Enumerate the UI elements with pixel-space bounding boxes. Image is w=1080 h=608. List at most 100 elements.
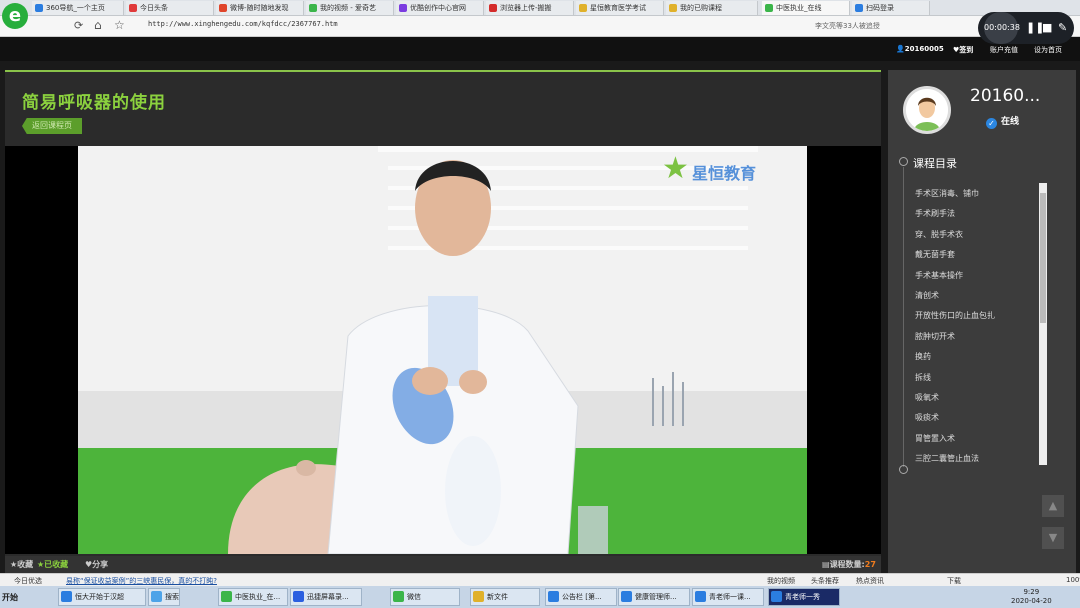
taskbar-item-label: 中医执业_在... <box>235 593 281 601</box>
favorite-button[interactable]: ★收藏 <box>10 559 33 570</box>
browser-tab[interactable]: 星恒教育医学考试 <box>576 1 664 15</box>
tab-label: 我的已购课程 <box>680 4 722 12</box>
course-list-item[interactable]: 吸痰术 <box>915 408 1039 428</box>
course-list-item[interactable]: 胃管置入术 <box>915 429 1039 449</box>
course-list-item[interactable]: 开放性伤口的止血包扎 <box>915 306 1039 326</box>
taskbar-item[interactable]: 健康管理师... <box>618 588 690 606</box>
system-clock: 9:29 2020-04-20 <box>1011 588 1052 605</box>
url-input[interactable]: http://www.xinghengedu.com/kqfdcc/236776… <box>148 20 338 28</box>
stop-icon[interactable]: ■ <box>1042 21 1052 34</box>
pen-icon[interactable]: ✎ <box>1058 21 1067 34</box>
tab-label: 星恒教育医学考试 <box>590 4 646 12</box>
browser-search-input[interactable]: 李文亮等33人被追授 <box>815 20 935 32</box>
scroll-up-icon[interactable]: ▲ <box>1042 495 1064 517</box>
browser-tab[interactable]: 优酷创作中心官网 <box>396 1 484 15</box>
tab-favicon-icon <box>35 4 43 12</box>
taskbar-item[interactable]: 青老师一课... <box>692 588 764 606</box>
status-left[interactable]: 今日优选 <box>14 576 42 586</box>
catalog-title: 课程目录 <box>913 157 957 170</box>
recorder-timer: 00:00:38 <box>984 12 1020 44</box>
tab-label: 扫码登录 <box>866 4 894 12</box>
course-list-item[interactable]: 脓肿切开术 <box>915 327 1039 347</box>
course-list-item[interactable]: 戴无菌手套 <box>915 245 1039 265</box>
back-to-course-button[interactable]: 返回课程页 <box>22 118 82 134</box>
taskbar-item-label: 搜索一下 <box>165 593 179 601</box>
taskbar-item[interactable]: 公告栏 [第... <box>545 588 617 606</box>
page-title: 简易呼吸器的使用 <box>22 93 166 113</box>
tab-favicon-icon <box>579 4 587 12</box>
course-list: 手术区消毒、铺巾 手术刷手法 穿、脱手术衣 戴无菌手套 手术基本操作 清创术 开放性伤口的止… <box>915 184 1039 466</box>
taskbar-app-icon <box>771 591 782 602</box>
taskbar-item-label: 恒大开始于汉超 <box>75 593 124 601</box>
browser-tab-strip: 360导航_一个主页 今日头条 微博-随时随地发现 我的视频 - 爱奇艺 优酷创作中心官… <box>0 0 1080 16</box>
browser-tab[interactable]: 我的视频 - 爱奇艺 <box>306 1 394 15</box>
taskbar-item-label: 新文件 <box>487 593 508 601</box>
taskbar-item[interactable]: 青老师一秀 <box>768 588 840 606</box>
course-list-item[interactable]: 手术区消毒、铺巾 <box>915 184 1039 204</box>
tab-label: 我的视频 - 爱奇艺 <box>320 4 376 12</box>
taskbar-app-icon <box>473 591 484 602</box>
browser-logo-icon[interactable]: e <box>2 3 28 29</box>
browser-tab[interactable]: 浏览器上传-搬搬 <box>486 1 574 15</box>
start-button[interactable]: 开始 <box>2 592 18 603</box>
taskbar-item[interactable]: 新文件 <box>470 588 540 606</box>
status-headline[interactable]: 头条推荐 <box>811 576 839 586</box>
taskbar-app-icon <box>548 591 559 602</box>
course-list-item[interactable]: 拆线 <box>915 368 1039 388</box>
user-id-link[interactable]: 👤20160005 <box>896 45 944 53</box>
taskbar-item[interactable]: 迅捷屏幕录... <box>290 588 362 606</box>
scrollbar-thumb[interactable] <box>1040 193 1046 323</box>
share-button[interactable]: ♥分享 <box>85 559 108 570</box>
video-frame[interactable] <box>78 146 807 554</box>
taskbar-item-label: 公告栏 [第... <box>562 593 602 601</box>
browser-tab[interactable]: 360导航_一个主页 <box>32 1 124 15</box>
tab-label: 优酷创作中心官网 <box>410 4 466 12</box>
reload-icon[interactable]: ⟳ <box>74 19 83 32</box>
course-list-item[interactable]: 穿、脱手术衣 <box>915 225 1039 245</box>
course-list-item[interactable]: 吸氧术 <box>915 388 1039 408</box>
taskbar-app-icon <box>293 591 304 602</box>
taskbar-app-icon <box>61 591 72 602</box>
zoom-level[interactable]: 100% <box>1066 576 1080 584</box>
status-my-video[interactable]: 我的视频 <box>767 576 795 586</box>
browser-tab[interactable]: 今日头条 <box>126 1 214 15</box>
course-list-item[interactable]: 三腔二囊管止血法 <box>915 449 1039 466</box>
user-avatar-icon <box>906 89 948 131</box>
status-hot-news[interactable]: 热点资讯 <box>856 576 884 586</box>
check-icon: ✓ <box>986 118 997 129</box>
star-icon[interactable]: ☆ <box>114 18 125 32</box>
sign-in-link[interactable]: ♥签到 <box>953 45 973 55</box>
recharge-link[interactable]: 账户充值 <box>990 45 1018 55</box>
favorited-button[interactable]: ★已收藏 <box>37 559 68 570</box>
course-list-item[interactable]: 换药 <box>915 347 1039 367</box>
course-count: ▤课程数量:27 <box>822 560 876 569</box>
tab-favicon-icon <box>309 4 317 12</box>
taskbar-item[interactable]: 微信 <box>390 588 460 606</box>
home-icon[interactable]: ⌂ <box>94 18 102 32</box>
course-list-item[interactable]: 清创术 <box>915 286 1039 306</box>
video-scene <box>228 146 758 554</box>
browser-tab[interactable]: 微博-随时随地发现 <box>216 1 304 15</box>
taskbar-item[interactable]: 恒大开始于汉超 <box>58 588 146 606</box>
browser-tab[interactable]: 中医执业_在线 <box>762 1 850 15</box>
taskbar-item-label: 青老师一秀 <box>785 593 820 601</box>
course-list-item[interactable]: 手术刷手法 <box>915 204 1039 224</box>
taskbar-item-label: 微信 <box>407 593 421 601</box>
browser-tab[interactable]: 我的已购课程 <box>666 1 758 15</box>
set-home-link[interactable]: 设为首页 <box>1034 45 1062 55</box>
status-news-link[interactable]: 易称“保证收益案例”的三峡惠民保，真的不打盹? <box>66 576 217 586</box>
course-list-item[interactable]: 手术基本操作 <box>915 266 1039 286</box>
browser-tab[interactable]: 扫码登录 <box>852 1 930 15</box>
tab-favicon-icon <box>399 4 407 12</box>
taskbar-item[interactable]: 中医执业_在... <box>218 588 288 606</box>
tab-favicon-icon <box>855 4 863 12</box>
taskbar-app-icon <box>695 591 706 602</box>
timeline-dot-bottom <box>899 465 908 474</box>
catalog-timeline <box>903 167 904 467</box>
tab-favicon-icon <box>219 4 227 12</box>
taskbar-item[interactable]: 搜索一下 <box>148 588 180 606</box>
tab-label: 360导航_一个主页 <box>46 4 105 12</box>
scroll-down-icon[interactable]: ▼ <box>1042 527 1064 549</box>
tab-favicon-icon <box>765 4 773 12</box>
status-download[interactable]: 下载 <box>947 576 961 586</box>
